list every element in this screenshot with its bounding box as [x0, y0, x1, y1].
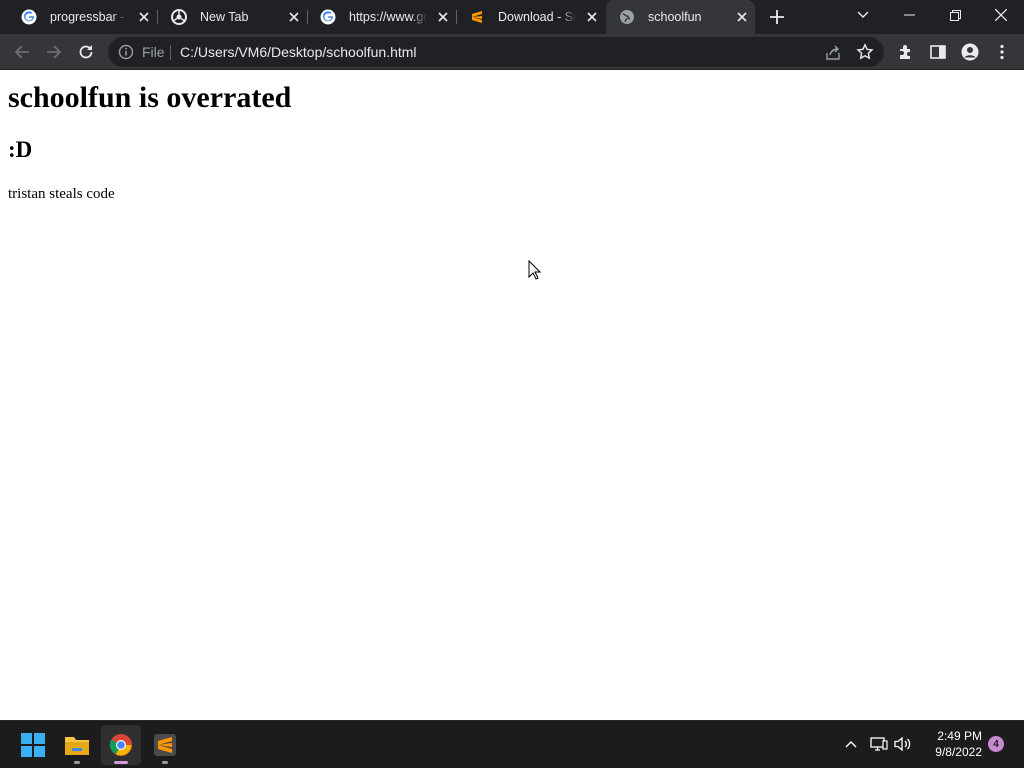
reload-button[interactable]: [76, 42, 96, 62]
file-explorer-icon: [65, 737, 89, 755]
share-icon[interactable]: [824, 44, 842, 62]
taskbar-chrome[interactable]: [101, 725, 141, 765]
page-heading: schoolfun is overrated: [8, 81, 292, 114]
volume-icon[interactable]: [894, 735, 912, 753]
address-bar[interactable]: File C:/Users/VM6/Desktop/schoolfun.html: [108, 37, 884, 67]
reload-icon: [79, 45, 93, 59]
minimize-icon: [903, 14, 915, 16]
forward-button[interactable]: [44, 42, 64, 62]
clock-date: 9/8/2022: [935, 745, 982, 759]
side-panel-icon: [930, 45, 946, 59]
tab-strip: progressbar - Go New Tab https://www.goo…: [0, 0, 1024, 34]
tab-title: schoolfun: [648, 10, 702, 24]
omnibox-divider: [170, 45, 171, 60]
globe-icon: [618, 8, 635, 25]
show-hidden-icons-button[interactable]: [842, 735, 860, 753]
back-button[interactable]: [12, 42, 32, 62]
close-icon[interactable]: [286, 9, 302, 25]
start-button[interactable]: [13, 725, 53, 765]
mouse-cursor-icon: [528, 259, 542, 280]
chrome-icon: [170, 8, 187, 25]
profile-icon: [961, 43, 979, 61]
tab-search-button[interactable]: [840, 0, 886, 30]
sublime-text-icon: [154, 734, 176, 756]
forward-arrow-icon: [47, 45, 62, 59]
sublime-icon: [468, 8, 485, 25]
tab-google-url[interactable]: https://www.goo: [307, 0, 456, 34]
close-icon[interactable]: [136, 9, 152, 25]
network-icon[interactable]: [870, 735, 888, 753]
back-arrow-icon: [14, 45, 29, 59]
minimize-button[interactable]: [886, 0, 932, 30]
chevron-up-icon: [845, 741, 857, 748]
kebab-menu-icon: [1000, 44, 1004, 60]
google-icon: [319, 8, 336, 25]
puzzle-icon: [900, 45, 910, 59]
tab-progressbar[interactable]: progressbar - Go: [8, 0, 157, 34]
menu-button[interactable]: [992, 42, 1012, 62]
clock-time: 2:49 PM: [937, 729, 982, 743]
chevron-down-icon: [857, 11, 869, 18]
plus-icon: [770, 10, 784, 24]
extensions-button[interactable]: [896, 42, 916, 62]
chrome-icon: [109, 734, 132, 756]
page-paragraph: tristan steals code: [8, 186, 115, 202]
taskbar-clock[interactable]: 2:49 PM 9/8/2022: [922, 728, 982, 760]
close-icon[interactable]: [435, 9, 451, 25]
taskbar-sublime-text[interactable]: [145, 725, 185, 765]
browser-toolbar: File C:/Users/VM6/Desktop/schoolfun.html: [0, 34, 1024, 70]
close-icon[interactable]: [734, 9, 750, 25]
page-subheading: :D: [8, 137, 33, 162]
close-icon[interactable]: [584, 9, 600, 25]
restore-icon: [949, 9, 961, 21]
url-text[interactable]: C:/Users/VM6/Desktop/schoolfun.html: [180, 44, 417, 60]
scheme-label: File: [142, 44, 165, 60]
tab-title: https://www.goo: [349, 10, 427, 24]
tab-new-tab[interactable]: New Tab: [158, 0, 307, 34]
windows-start-icon: [21, 733, 45, 757]
side-panel-button[interactable]: [928, 42, 948, 62]
google-icon: [20, 8, 37, 25]
windows-taskbar: 2:49 PM 9/8/2022 4: [0, 720, 1024, 768]
close-icon: [995, 9, 1007, 21]
taskbar-file-explorer[interactable]: [57, 725, 97, 765]
info-icon[interactable]: [118, 44, 134, 60]
profile-button[interactable]: [960, 42, 980, 62]
tab-download-sublime[interactable]: Download - Sub: [456, 0, 605, 34]
close-window-button[interactable]: [978, 0, 1024, 30]
new-tab-button[interactable]: [767, 7, 787, 27]
notification-badge[interactable]: 4: [988, 736, 1004, 752]
bookmark-star-icon[interactable]: [856, 43, 874, 61]
tab-schoolfun[interactable]: schoolfun: [606, 0, 755, 34]
page-viewport: schoolfun is overrated :D tristan steals…: [0, 71, 1024, 720]
restore-button[interactable]: [932, 0, 978, 30]
tab-title: New Tab: [200, 10, 249, 24]
tab-title: Download - Sub: [498, 10, 576, 24]
tab-title: progressbar - Go: [50, 10, 128, 24]
